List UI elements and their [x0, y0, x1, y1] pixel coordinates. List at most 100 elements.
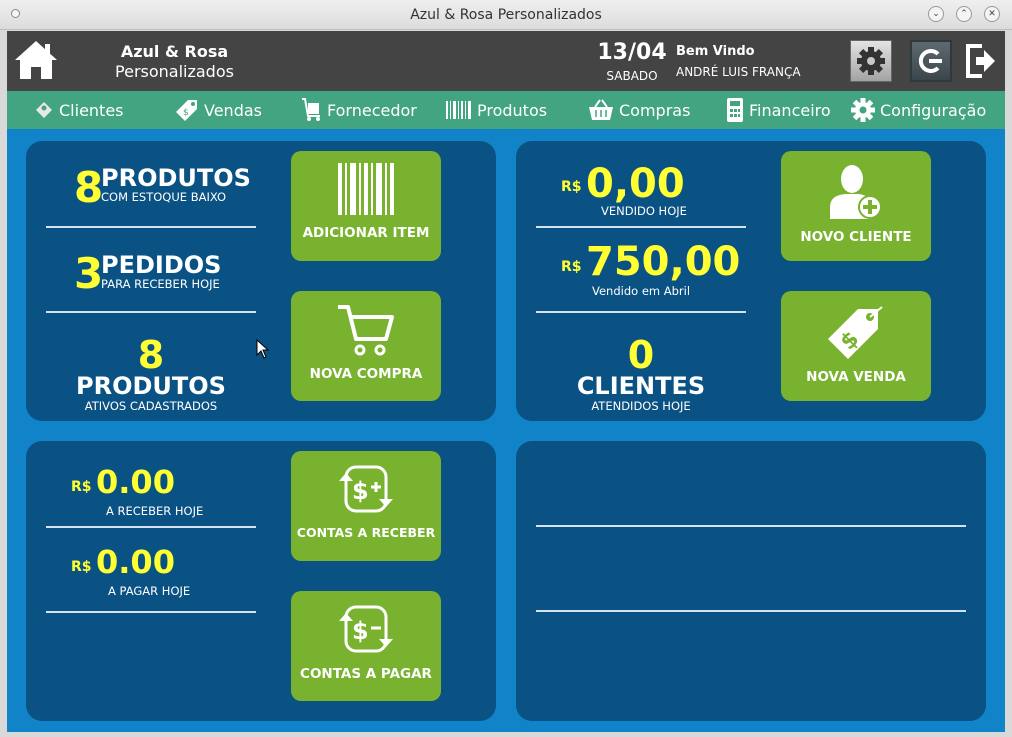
- exit-icon: [966, 44, 995, 78]
- exit-button[interactable]: [964, 40, 998, 82]
- window-titlebar: Azul & Rosa Personalizados ⌄ ⌃ ✕: [0, 0, 1012, 30]
- price-tag-icon: $: [828, 306, 883, 359]
- new-client-label: NOVO CLIENTE: [800, 229, 912, 245]
- pay-today-value: 0.00: [96, 543, 175, 581]
- new-purchase-button[interactable]: NOVA COMPRA: [291, 291, 441, 401]
- nav-fornecedor-label: Fornecedor: [327, 100, 417, 120]
- window-title: Azul & Rosa Personalizados: [410, 7, 602, 23]
- svg-text:$: $: [352, 617, 369, 645]
- nav-financeiro[interactable]: Financeiro: [725, 91, 831, 129]
- divider: [46, 311, 256, 313]
- orders-title: PEDIDOS: [101, 251, 222, 279]
- nav-fornecedor[interactable]: Fornecedor: [299, 91, 417, 129]
- active-products-count: 8: [137, 333, 165, 377]
- currency-label: R$: [561, 179, 582, 195]
- divider: [46, 226, 256, 228]
- dashboard-area: 8 PRODUTOS COM ESTOQUE BAIXO 3 PEDIDOS P…: [7, 129, 1005, 732]
- current-date: 13/04: [597, 40, 667, 65]
- close-icon[interactable]: ✕: [984, 6, 1000, 22]
- nav-clientes[interactable]: Clientes: [33, 91, 124, 129]
- sold-today-value: 0,00: [586, 161, 685, 207]
- brand-subtitle: Personalizados: [115, 62, 234, 81]
- basket-icon: [589, 99, 613, 120]
- barcode-icon: [446, 101, 471, 119]
- currency-label: R$: [71, 559, 92, 575]
- divider: [46, 611, 256, 613]
- active-products-title: PRODUTOS: [76, 372, 226, 400]
- shopping-cart-icon: [338, 305, 394, 356]
- clients-icon: [36, 102, 52, 118]
- stock-panel: 8 PRODUTOS COM ESTOQUE BAIXO 3 PEDIDOS P…: [26, 141, 496, 421]
- gear-icon: [851, 98, 875, 122]
- clients-subtitle: ATENDIDOS HOJE: [591, 399, 691, 413]
- add-item-label: ADICIONAR ITEM: [302, 225, 430, 241]
- calculator-icon: [727, 98, 743, 122]
- nav-vendas-label: Vendas: [204, 100, 262, 120]
- user-name: ANDRÉ LUIS FRANÇA: [676, 65, 801, 79]
- add-item-button[interactable]: ADICIONAR ITEM: [291, 151, 441, 261]
- home-icon[interactable]: [13, 39, 59, 81]
- new-purchase-label: NOVA COMPRA: [309, 366, 423, 382]
- price-tag-icon: $: [176, 100, 197, 121]
- add-user-icon: [830, 165, 882, 219]
- power-icon: [918, 49, 942, 73]
- divider: [536, 525, 966, 527]
- sales-panel: R$ 0,00 VENDIDO HOJE R$ 750,00 Vendido e…: [516, 141, 986, 421]
- svg-text:$: $: [183, 108, 189, 118]
- sold-today-label: VENDIDO HOJE: [601, 204, 687, 218]
- nav-compras[interactable]: Compras: [587, 91, 690, 129]
- empty-panel: [516, 441, 986, 721]
- finance-panel: R$ 0.00 A RECEBER HOJE R$ 0.00 A PAGAR H…: [26, 441, 496, 721]
- gear-icon: [857, 47, 885, 75]
- receive-today-label: A RECEBER HOJE: [106, 504, 204, 518]
- accounts-receivable-button[interactable]: $ CONTAS A RECEBER: [291, 451, 441, 561]
- orders-subtitle: PARA RECEBER HOJE: [101, 277, 220, 291]
- sold-month-value: 750,00: [586, 239, 741, 285]
- settings-button[interactable]: [850, 40, 892, 82]
- low-stock-title: PRODUTOS: [101, 164, 251, 192]
- minimize-icon[interactable]: ⌄: [928, 6, 944, 22]
- nav-produtos[interactable]: Produtos: [445, 91, 547, 129]
- nav-financeiro-label: Financeiro: [749, 100, 831, 120]
- divider: [536, 226, 746, 228]
- svg-text:$: $: [352, 477, 369, 505]
- divider: [536, 311, 746, 313]
- logout-button[interactable]: [910, 40, 952, 82]
- receive-today-value: 0.00: [96, 463, 175, 501]
- nav-clientes-label: Clientes: [59, 100, 124, 120]
- money-minus-cycle-icon: $: [339, 605, 393, 653]
- low-stock-count: 8: [74, 163, 104, 212]
- nav-compras-label: Compras: [619, 100, 691, 120]
- nav-configuracao-label: Configuração: [880, 100, 987, 120]
- divider: [46, 526, 256, 528]
- orders-count: 3: [74, 249, 104, 298]
- brand-name: Azul & Rosa: [120, 42, 229, 61]
- nav-configuracao[interactable]: Configuração: [850, 91, 986, 129]
- mouse-cursor-icon: [256, 339, 270, 359]
- new-client-button[interactable]: NOVO CLIENTE: [781, 151, 931, 261]
- currency-label: R$: [561, 259, 582, 275]
- new-sale-button[interactable]: $ NOVA VENDA: [781, 291, 931, 401]
- divider: [536, 610, 966, 612]
- main-nav: Clientes $ Vendas Fornecedor Produtos Co…: [7, 91, 1005, 129]
- accounts-receivable-label: CONTAS A RECEBER: [296, 525, 436, 540]
- app-header: Azul & Rosa Personalizados 13/04 SABADO …: [7, 31, 1005, 91]
- welcome-text: Bem Vindo: [676, 44, 755, 59]
- nav-vendas[interactable]: $ Vendas: [174, 91, 262, 129]
- nav-produtos-label: Produtos: [477, 100, 548, 120]
- low-stock-subtitle: COM ESTOQUE BAIXO: [101, 190, 227, 204]
- pay-today-label: A PAGAR HOJE: [108, 584, 191, 598]
- currency-label: R$: [71, 479, 92, 495]
- accounts-payable-label: CONTAS A PAGAR: [300, 666, 432, 682]
- barcode-icon: [338, 163, 394, 215]
- trolley-icon: [302, 98, 320, 121]
- accounts-payable-button[interactable]: $ CONTAS A PAGAR: [291, 591, 441, 701]
- active-products-subtitle: ATIVOS CADASTRADOS: [84, 399, 218, 413]
- maximize-icon[interactable]: ⌃: [956, 6, 972, 22]
- current-weekday: SABADO: [606, 69, 658, 83]
- money-plus-cycle-icon: $: [339, 465, 393, 513]
- sold-month-label: Vendido em Abril: [592, 284, 691, 298]
- new-sale-label: NOVA VENDA: [806, 369, 906, 385]
- clients-count: 0: [627, 333, 655, 377]
- clients-title: CLIENTES: [576, 372, 706, 400]
